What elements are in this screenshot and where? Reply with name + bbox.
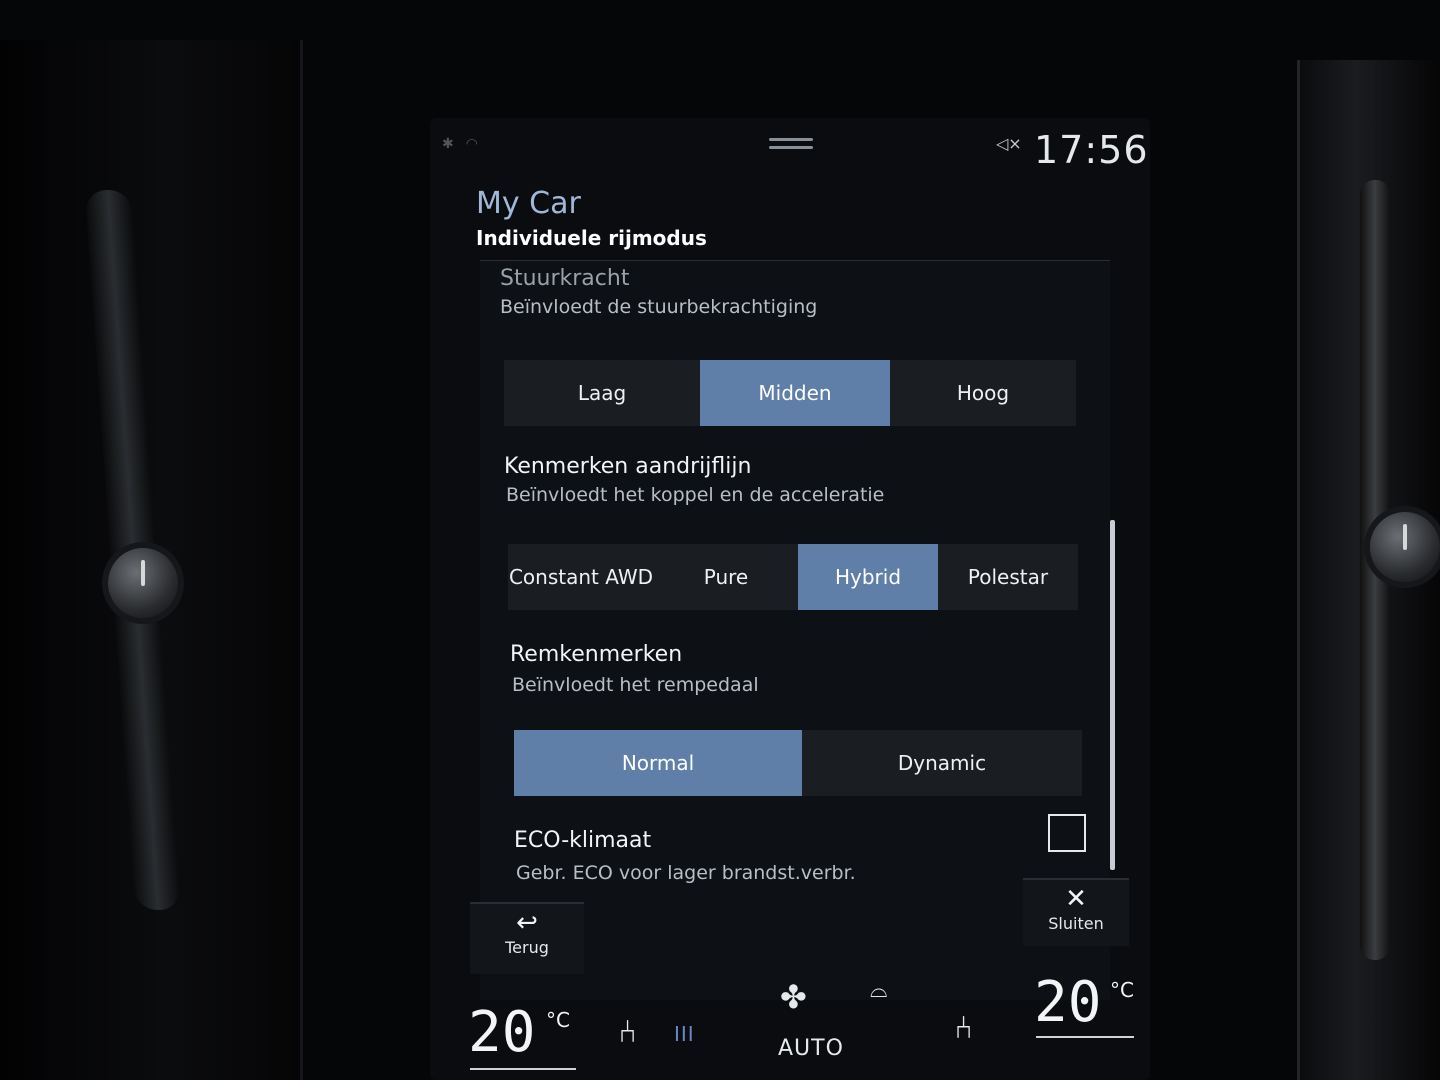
left-temperature-underline [470, 1068, 576, 1070]
seat-heating-left-icon[interactable]: ⑃ [618, 1012, 637, 1050]
left-temperature-unit: °C [546, 1008, 570, 1032]
auto-climate-label[interactable]: AUTO [778, 1036, 844, 1061]
brakes-selector: Normal Dynamic [514, 730, 1082, 796]
status-bar: ✱ ◠ ◁× 17:56 [430, 118, 1150, 178]
back-arrow-icon: ↩ [516, 908, 538, 938]
close-button[interactable]: ✕ Sluiten [1023, 878, 1129, 946]
eco-climate-checkbox[interactable] [1048, 814, 1086, 852]
steering-selector: Laag Midden Hoog [504, 360, 1076, 426]
powertrain-option-polestar[interactable]: Polestar [938, 544, 1078, 610]
top-view-pull-handle[interactable] [769, 138, 813, 152]
page-title: My Car [476, 186, 581, 221]
powertrain-desc: Beïnvloedt het koppel en de acceleratie [506, 484, 885, 506]
infotainment-screen: ✱ ◠ ◁× 17:56 My Car Individuele rijmodus… [430, 118, 1150, 1080]
brakes-option-dynamic[interactable]: Dynamic [802, 730, 1082, 796]
left-temperature[interactable]: 20 [468, 1000, 535, 1065]
powertrain-option-constant-awd[interactable]: Constant AWD [508, 544, 654, 610]
close-icon: ✕ [1065, 884, 1087, 914]
brakes-option-normal[interactable]: Normal [514, 730, 802, 796]
page-subtitle: Individuele rijmodus [476, 226, 707, 250]
eco-climate-title: ECO-klimaat [514, 828, 652, 853]
mute-icon: ◁× [996, 134, 1022, 153]
scrollbar[interactable] [1110, 520, 1115, 870]
back-button-label: Terug [505, 938, 549, 957]
bluetooth-icon: ✱ [442, 136, 454, 152]
seat-heating-level-indicator: III [674, 1022, 695, 1046]
fan-airflow-icon[interactable]: ✤ [780, 978, 807, 1016]
right-temperature[interactable]: 20 [1034, 970, 1101, 1035]
powertrain-option-pure[interactable]: Pure [654, 544, 798, 610]
steering-option-hoog[interactable]: Hoog [890, 360, 1076, 426]
left-vent-knob[interactable] [108, 548, 178, 618]
right-vent-knob[interactable] [1370, 512, 1440, 582]
recirculation-icon[interactable]: ⌓ [870, 978, 887, 1003]
right-temperature-unit: °C [1110, 978, 1134, 1002]
powertrain-option-hybrid[interactable]: Hybrid [798, 544, 938, 610]
brakes-desc: Beïnvloedt het rempedaal [512, 674, 759, 696]
steering-desc: Beïnvloedt de stuurbekrachtiging [500, 296, 818, 318]
wifi-icon: ◠ [465, 136, 478, 152]
back-button[interactable]: ↩ Terug [470, 902, 584, 974]
right-temperature-underline [1036, 1036, 1134, 1038]
brakes-title: Remkenmerken [510, 642, 683, 667]
powertrain-selector: Constant AWD Pure Hybrid Polestar [508, 544, 1078, 610]
climate-bar: 20 °C ⑃ III ✤ AUTO ⌓ ⑃ 20 °C [430, 970, 1150, 1080]
clock: 17:56 [1034, 128, 1149, 172]
connectivity-icons: ✱ ◠ [442, 136, 478, 152]
close-button-label: Sluiten [1048, 914, 1104, 933]
powertrain-title: Kenmerken aandrijflijn [504, 454, 752, 479]
settings-panel: Stuurkracht Beïnvloedt de stuurbekrachti… [480, 260, 1110, 1000]
steering-title: Stuurkracht [500, 266, 630, 291]
steering-option-midden[interactable]: Midden [700, 360, 890, 426]
steering-option-laag[interactable]: Laag [504, 360, 700, 426]
eco-climate-desc: Gebr. ECO voor lager brandst.verbr. [516, 862, 856, 884]
seat-heating-right-icon[interactable]: ⑃ [954, 1008, 973, 1046]
